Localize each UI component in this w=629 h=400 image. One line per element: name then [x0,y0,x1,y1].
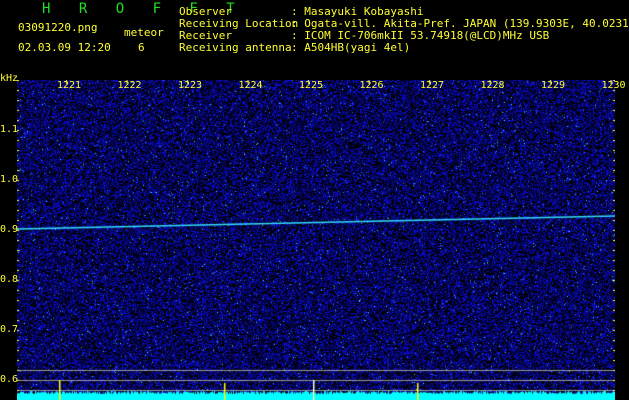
x-tick-label: 1221 [57,80,82,91]
y-tick-label: 0.6 [0,374,19,385]
info-label: Receiving antenna [179,41,292,54]
y-tick-label: 0.8 [0,274,19,285]
x-tick-label: 1223 [178,80,203,91]
datetime: 02.03.09 12:20 [18,41,111,54]
y-tick-label: 0.9 [0,224,19,235]
meteor-label: meteor [124,26,164,39]
y-tick-label: 1.1 [0,124,19,135]
x-tick-label: 1224 [238,80,263,91]
x-tick-label: 1222 [117,80,142,91]
y-axis-unit: kHz [0,73,19,84]
x-tick-label: 1225 [299,80,324,91]
x-tick-label: 1226 [359,80,384,91]
y-tick-label: 1.0 [0,174,19,185]
spectrogram [17,80,615,400]
x-tick-label: 1230 [601,80,626,91]
info-value: : A504HB(yagi 4el) [291,41,411,54]
info-antenna: Receiving antenna: A504HB(yagi 4el) [179,42,410,54]
file-name: 03091220.png [18,21,98,34]
x-tick-label: 1229 [541,80,566,91]
y-tick-label: 0.7 [0,324,19,335]
meteor-count: 6 [138,41,145,54]
x-tick-label: 1227 [420,80,445,91]
x-tick-label: 1228 [480,80,505,91]
